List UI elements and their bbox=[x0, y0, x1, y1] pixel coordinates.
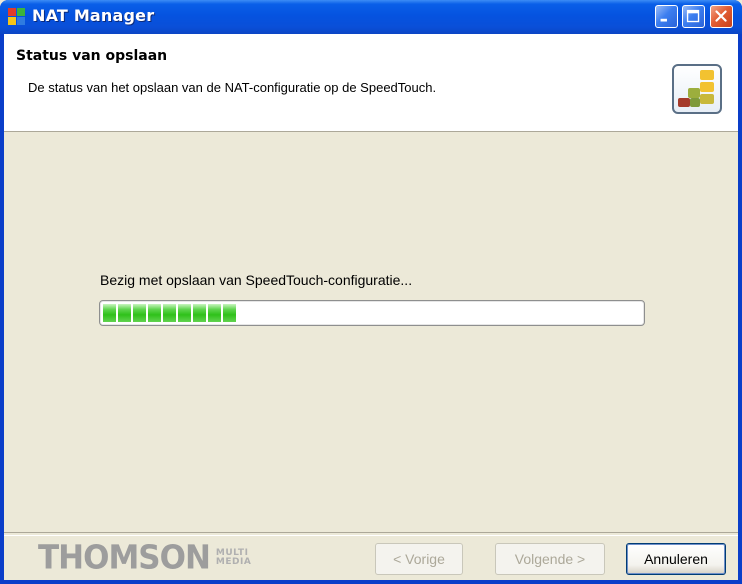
progress-segment bbox=[118, 304, 131, 322]
progress-segment bbox=[193, 304, 206, 322]
progress-segment bbox=[223, 304, 236, 322]
close-icon bbox=[715, 10, 727, 22]
progress-segment bbox=[103, 304, 116, 322]
page-title: Status van opslaan bbox=[16, 48, 168, 64]
dialog-client-area: Status van opslaan De status van het ops… bbox=[4, 34, 738, 580]
back-button[interactable]: < Vorige bbox=[375, 543, 463, 575]
next-button[interactable]: Volgende > bbox=[495, 543, 605, 575]
logo-tag-media: MEDIA bbox=[215, 557, 252, 567]
wizard-body: Bezig met opslaan van SpeedTouch-configu… bbox=[4, 132, 738, 532]
progress-segment bbox=[178, 304, 191, 322]
close-button[interactable] bbox=[710, 5, 733, 28]
maximize-icon bbox=[686, 9, 700, 23]
maximize-button[interactable] bbox=[682, 5, 705, 28]
progress-segment bbox=[148, 304, 161, 322]
window-title: NAT Manager bbox=[32, 6, 155, 25]
nat-manager-window: NAT Manager Status van opslaan De status… bbox=[0, 0, 742, 584]
speedtouch-blocks-icon bbox=[672, 64, 722, 114]
title-bar[interactable]: NAT Manager bbox=[0, 0, 742, 34]
minimize-button[interactable] bbox=[655, 5, 678, 28]
logo-multimedia: MULTI MEDIA bbox=[216, 549, 251, 567]
page-subtitle: De status van het opslaan van de NAT-con… bbox=[28, 80, 437, 95]
nat-manager-app-icon bbox=[8, 8, 26, 26]
progress-segment bbox=[208, 304, 221, 322]
progress-bar bbox=[99, 300, 645, 326]
progress-fill bbox=[103, 304, 236, 322]
footer-divider bbox=[4, 532, 738, 536]
minimize-icon bbox=[660, 18, 667, 22]
progress-segment bbox=[133, 304, 146, 322]
cancel-button[interactable]: Annuleren bbox=[626, 543, 726, 575]
progress-segment bbox=[163, 304, 176, 322]
progress-label: Bezig met opslaan van SpeedTouch-configu… bbox=[100, 272, 413, 288]
wizard-header: Status van opslaan De status van het ops… bbox=[4, 34, 738, 132]
logo-word: THOMSON bbox=[38, 539, 211, 577]
thomson-logo: THOMSON MULTI MEDIA bbox=[38, 539, 251, 577]
